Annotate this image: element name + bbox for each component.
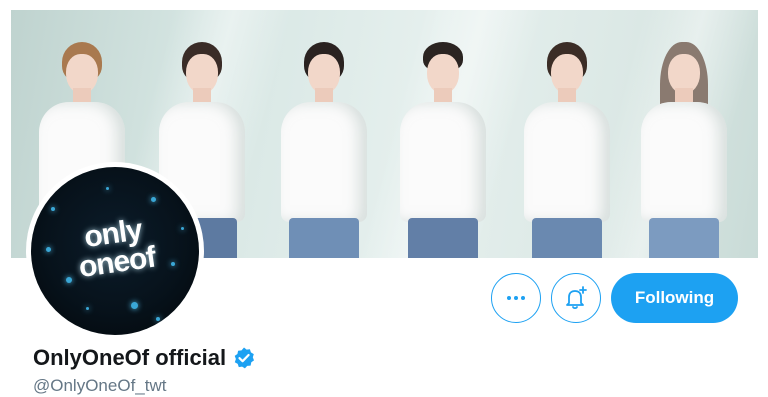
notifications-button[interactable] xyxy=(551,273,601,323)
display-name-text: OnlyOneOf official xyxy=(33,345,227,370)
avatar-logo-image: only oneof xyxy=(31,167,199,335)
banner-member-figure xyxy=(273,28,369,258)
profile-avatar[interactable]: only oneof xyxy=(26,162,204,340)
profile-header: only oneof Following OnlyOneOf official … xyxy=(0,0,768,397)
verified-badge-icon xyxy=(234,347,255,369)
bell-plus-icon xyxy=(566,286,587,310)
banner-member-figure xyxy=(516,28,612,258)
profile-handle: @OnlyOneOf_twt xyxy=(33,376,167,395)
banner-member-figure xyxy=(392,28,488,258)
more-options-button[interactable] xyxy=(491,273,541,323)
following-button[interactable]: Following xyxy=(611,273,738,323)
more-horizontal-icon xyxy=(507,296,525,300)
banner-member-figure xyxy=(633,28,729,258)
display-name: OnlyOneOf official xyxy=(33,344,256,372)
avatar-logo-text: only oneof xyxy=(76,213,158,285)
